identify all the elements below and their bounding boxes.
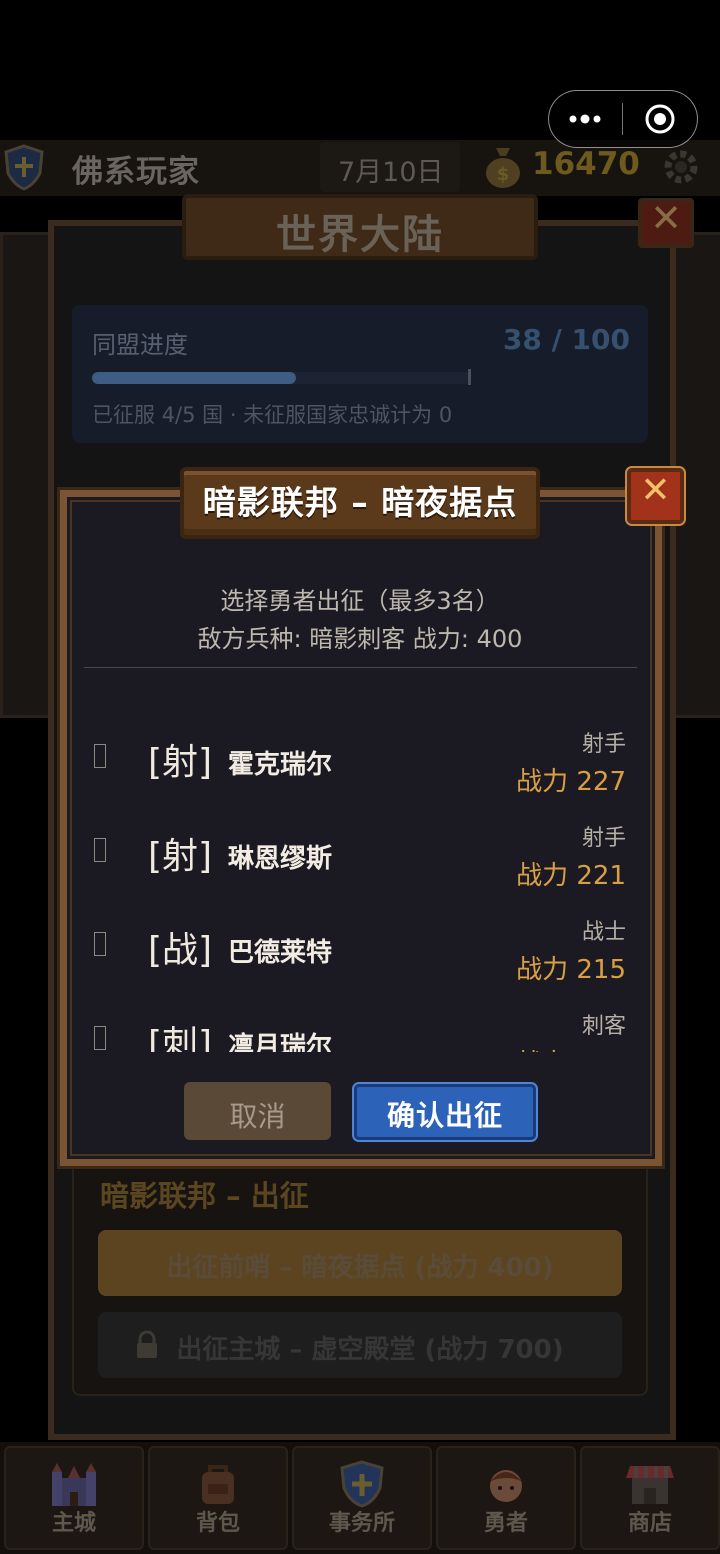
expedition-section-title: 暗影联邦 – 出征 [100,1179,309,1213]
close-icon: ✕ [650,196,682,240]
nav-label-main-city: 主城 [51,1511,96,1536]
svg-text:$: $ [497,164,510,185]
alliance-progress-marker [468,369,471,385]
nav-label-heroes: 勇者 [483,1511,528,1536]
hero-power: 战力 221 [516,861,626,891]
world-title: 世界大陆 [276,212,444,258]
hero-type-tag: [刺] [148,1024,213,1052]
hero-type-tag: [战] [148,930,213,971]
hero-power: 战力 211 [516,1043,626,1052]
enemy-info: 敌方兵种: 暗影刺客 战力: 400 [197,625,523,653]
hero-power: 战力 227 [516,767,626,797]
coin-bag-icon: $ [486,148,520,188]
alliance-subtext: 已征服 4/5 国 · 未征服国家忠诚计为 0 [92,403,453,427]
close-icon: ✕ [640,470,671,511]
hero-row[interactable]: [战] 巴德莱特 战士 战力 215 [80,894,640,988]
shield-icon [4,144,44,191]
target-close-icon[interactable] [643,102,677,136]
hero-name: 霍克瑞尔 [228,750,333,780]
player-name: 佛系玩家 [72,154,200,190]
modal-title: 暗影联邦 – 暗夜据点 [202,483,518,522]
select-heroes-hint: 选择勇者出征（最多3名） [220,587,500,615]
hero-row[interactable]: [射] 琳恩缪斯 射手 战力 221 [80,800,640,894]
hero-name: 琳恩缪斯 [228,844,333,874]
capital-expedition-label: 出征主城 – 虚空殿堂 (战力 700) [176,1335,564,1365]
hero-class: 射手 [581,732,626,757]
alliance-count: 38 / 100 [502,323,630,356]
hero-class: 刺客 [581,1014,626,1039]
hero-list[interactable]: [射] 霍克瑞尔 射手 战力 227 [射] 琳恩缪斯 射手 战力 221 [战… [80,700,640,1052]
left-scenery [0,232,54,718]
hero-name: 巴德莱特 [228,938,333,968]
shield-cross-icon [340,1460,384,1508]
hero-checkbox[interactable] [94,838,106,862]
more-dots-icon[interactable] [568,109,602,129]
hero-checkbox[interactable] [94,932,106,956]
nav-label-shop: 商店 [627,1511,672,1536]
divider [84,667,637,668]
gold-amount: 16470 [532,146,640,182]
hero-power: 战力 215 [516,955,626,985]
alliance-label: 同盟进度 [92,331,188,359]
hero-name: 凛月瑞尔 [228,1032,333,1052]
hero-checkbox[interactable] [94,1026,106,1050]
castle-icon [52,1463,96,1506]
confirm-expedition-label: 确认出征 [386,1099,503,1132]
nav-label-office: 事务所 [328,1511,395,1536]
hero-class: 战士 [581,920,626,945]
gear-icon[interactable] [660,146,702,188]
outpost-expedition-label: 出征前哨 – 暗夜据点 (战力 400) [166,1253,554,1283]
hero-checkbox[interactable] [94,744,106,768]
shop-icon [626,1466,674,1504]
hero-class: 射手 [581,826,626,851]
date-text: 7月10日 [338,157,444,188]
capsule-divider [622,103,623,135]
hero-row[interactable]: [射] 霍克瑞尔 射手 战力 227 [80,706,640,800]
hero-row[interactable]: [刺] 凛月瑞尔 刺客 战力 211 [80,988,640,1052]
alliance-progress-fill [92,372,296,384]
backpack-icon [202,1465,234,1504]
hero-type-tag: [射] [148,836,213,877]
hero-face-icon [490,1470,522,1502]
cancel-button-label: 取消 [229,1100,286,1133]
nav-label-backpack: 背包 [195,1511,240,1536]
hero-type-tag: [射] [148,742,213,783]
